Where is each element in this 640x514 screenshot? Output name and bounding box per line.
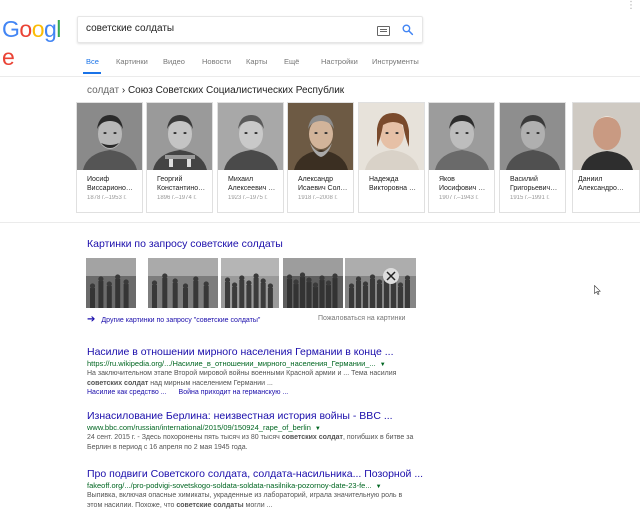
sitelink[interactable]: Насилие как средство ... — [87, 389, 167, 396]
image-thumbnail[interactable] — [221, 258, 279, 308]
snippet-text: 24 сент. 2015 г. - Здесь похоронены пять… — [87, 434, 282, 441]
result-snippet: Выпивка, включая опасные химикаты, украд… — [87, 491, 417, 510]
tab-videos[interactable]: Видео — [163, 57, 185, 66]
result-title-link[interactable]: Насилие в отношении мирного населения Ге… — [87, 346, 394, 358]
person-years: 1896 г.–1974 г. — [157, 195, 197, 201]
report-images-link[interactable]: Пожаловаться на картинки — [318, 315, 405, 322]
logo-letter: o — [31, 16, 45, 42]
person-photo — [147, 103, 212, 170]
search-box[interactable]: советские солдаты — [77, 16, 423, 43]
image-thumbnail[interactable] — [345, 258, 416, 308]
person-photo — [218, 103, 283, 170]
carousel-card[interactable]: Георгий Константино… 1896 г.–1974 г. — [146, 102, 213, 213]
logo-letter: l — [56, 16, 61, 42]
person-name: Даниил Александро… — [578, 176, 624, 192]
carousel-card[interactable]: Яков Иосифович … 1907 г.–1943 г. — [428, 102, 495, 213]
person-photo — [77, 103, 142, 170]
carousel-card[interactable]: Василий Григорьевич… 1915 г.–1991 г. — [499, 102, 566, 213]
tab-all[interactable]: Все — [86, 57, 99, 66]
mouse-cursor-icon — [594, 285, 601, 295]
person-photo — [359, 103, 424, 170]
logo-letter: e — [2, 44, 15, 70]
snippet-highlight: советских солдат — [281, 434, 343, 441]
person-name: Василий Григорьевич… — [510, 176, 558, 192]
tab-tools[interactable]: Инструменты — [372, 57, 419, 66]
logo-letter: G — [2, 16, 20, 42]
carousel-card[interactable]: Иосиф Виссарионо… 1878 г.–1953 г. — [76, 102, 143, 213]
result-snippet: 24 сент. 2015 г. - Здесь похоронены пять… — [87, 433, 417, 452]
result-sitelinks: Насилие как средство ... Война приходит н… — [87, 389, 300, 396]
dropdown-arrow-icon[interactable]: ▼ — [376, 484, 382, 490]
tab-news[interactable]: Новости — [202, 57, 231, 66]
person-years: 1878 г.–1953 г. — [87, 195, 127, 201]
person-years: 1907 г.–1943 г. — [439, 195, 479, 201]
person-photo — [288, 103, 353, 170]
carousel-card[interactable]: Александр Исаевич Сол… 1918 г.–2008 г. — [287, 102, 354, 213]
image-thumbnail[interactable] — [86, 258, 136, 308]
snippet-text: над мирным населением Германии ... — [148, 379, 273, 387]
snippet-highlight: советские солдаты — [176, 501, 244, 509]
sitelink[interactable]: Война приходит на германскую ... — [179, 389, 289, 396]
section-divider — [0, 222, 640, 223]
result-url: fakeoff.org/.../pro-podvigi-sovetskogo-s… — [87, 481, 382, 490]
person-name: Иосиф Виссарионо… — [87, 176, 133, 192]
result-url: https://ru.wikipedia.org/.../Насилие_в_о… — [87, 359, 386, 368]
search-icon[interactable] — [401, 23, 414, 36]
active-tab-indicator — [83, 72, 101, 74]
snippet-text: На заключительном этапе Второй мировой в… — [87, 370, 397, 377]
dropdown-arrow-icon[interactable]: ▼ — [315, 426, 321, 432]
tab-more[interactable]: Ещё — [284, 57, 299, 66]
person-photo — [429, 103, 494, 170]
logo-letter: o — [19, 16, 32, 42]
tab-maps[interactable]: Карты — [246, 57, 267, 66]
person-years: 1923 г.–1975 г. — [228, 195, 268, 201]
result-snippet: На заключительном этапе Второй мировой в… — [87, 369, 417, 388]
carousel-card-partial[interactable]: Даниил Александро… — [572, 102, 640, 213]
image-thumbnail[interactable] — [283, 258, 343, 308]
snippet-text: могли ... — [243, 501, 273, 509]
breadcrumb-separator: › — [119, 85, 128, 96]
result-url: www.bbc.com/russian/international/2015/0… — [87, 423, 321, 432]
tab-images[interactable]: Картинки — [116, 57, 148, 66]
dropdown-arrow-icon[interactable]: ▼ — [380, 362, 386, 368]
breadcrumb-title: Союз Советских Социалистических Республи… — [127, 85, 345, 96]
result-title-link[interactable]: Про подвиги Советского солдата, солдата-… — [87, 468, 423, 480]
person-name: Надежда Викторовна … — [369, 176, 416, 192]
snippet-highlight: советских солдат — [87, 379, 149, 387]
images-section-title[interactable]: Картинки по запросу советские солдаты — [87, 238, 283, 250]
result-title-link[interactable]: Изнасилование Берлина: неизвестная истор… — [87, 410, 393, 422]
person-photo — [500, 103, 565, 170]
carousel-card[interactable]: Михаил Алексеевич … 1923 г.–1975 г. — [217, 102, 284, 213]
search-input[interactable]: советские солдаты — [86, 23, 174, 34]
person-name: Михаил Алексеевич … — [228, 176, 276, 192]
keyboard-icon[interactable] — [377, 26, 390, 36]
person-photo — [573, 103, 640, 170]
logo-letter: g — [43, 16, 57, 42]
more-images-link[interactable]: ➔ Другие картинки по запросу "советские с… — [87, 314, 260, 325]
arrow-right-icon: ➔ — [87, 314, 96, 325]
person-name: Александр Исаевич Сол… — [298, 176, 348, 192]
tab-settings[interactable]: Настройки — [321, 57, 358, 66]
breadcrumb-parent[interactable]: солдат — [87, 85, 119, 96]
knowledge-breadcrumb: солдат › Союз Советских Социалистических… — [87, 85, 344, 96]
person-name: Георгий Константино… — [157, 176, 206, 192]
header-divider — [0, 76, 640, 77]
apps-icon[interactable]: ⋮ — [626, 0, 636, 11]
person-years: 1915 г.–1991 г. — [510, 195, 550, 201]
person-name: Яков Иосифович … — [439, 176, 486, 192]
carousel-card[interactable]: Надежда Викторовна … — [358, 102, 425, 213]
person-years: 1918 г.–2008 г. — [298, 195, 338, 201]
google-logo[interactable]: Googl e — [2, 15, 68, 70]
image-thumbnail[interactable] — [148, 258, 218, 308]
